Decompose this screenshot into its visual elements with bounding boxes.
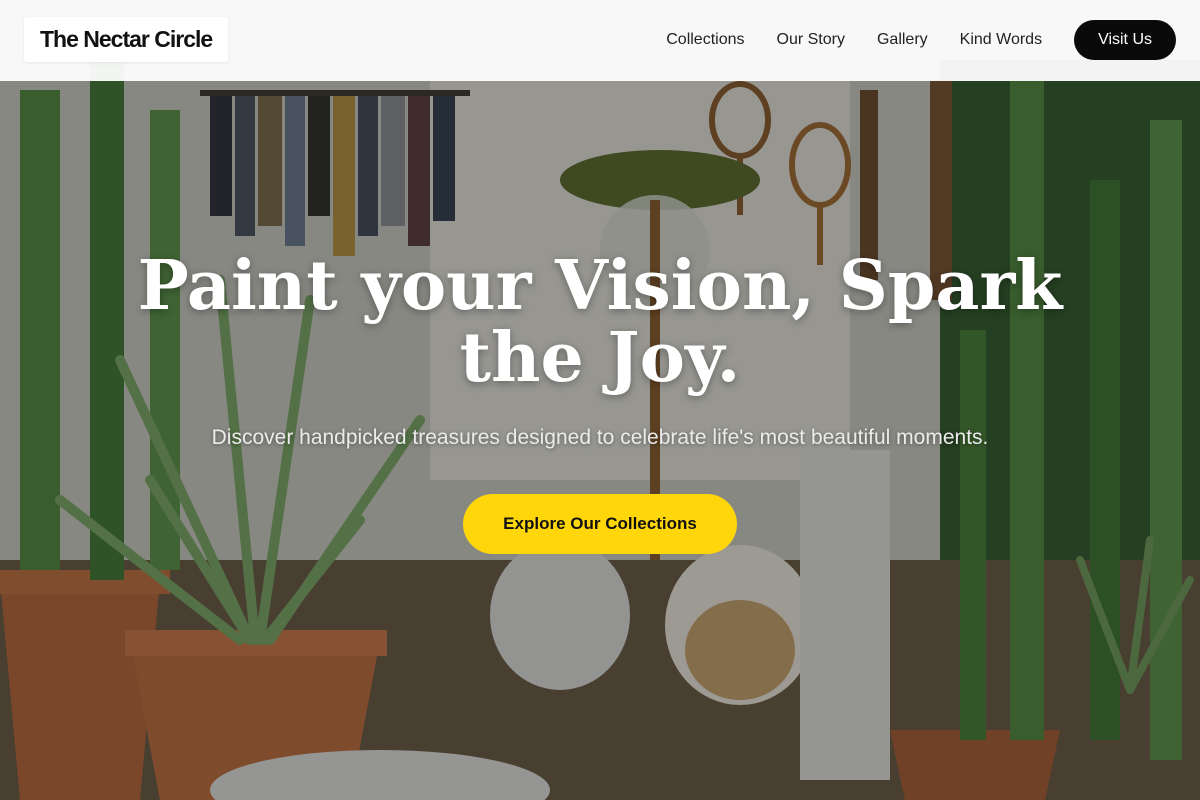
site-header: The Nectar Circle Collections Our Story … (0, 0, 1200, 81)
hero-subtitle: Discover handpicked treasures designed t… (211, 426, 989, 449)
page: The Nectar Circle Collections Our Story … (0, 0, 1200, 800)
nav-link-our-story[interactable]: Our Story (777, 31, 845, 49)
nav-link-kind-words[interactable]: Kind Words (960, 31, 1042, 49)
logo-text: The Nectar Circle (40, 26, 213, 52)
main-nav: Collections Our Story Gallery Kind Words… (666, 20, 1176, 60)
visit-us-button[interactable]: Visit Us (1074, 20, 1176, 60)
nav-link-gallery[interactable]: Gallery (877, 31, 928, 49)
hero-title: Paint your Vision, Spark the Joy. (137, 246, 1063, 398)
logo[interactable]: The Nectar Circle (24, 17, 229, 62)
nav-link-collections[interactable]: Collections (666, 31, 744, 49)
hero-section: Paint your Vision, Spark the Joy. Discov… (100, 250, 1100, 554)
explore-collections-button[interactable]: Explore Our Collections (463, 494, 737, 554)
